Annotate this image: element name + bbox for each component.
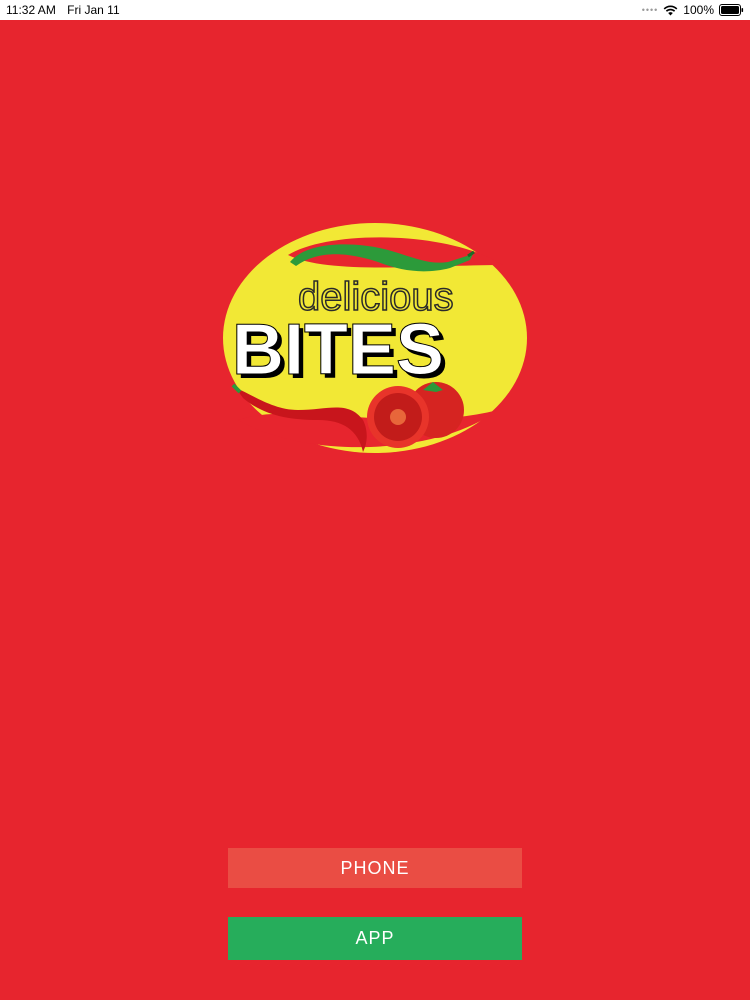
status-left: 11:32 AM Fri Jan 11: [6, 3, 120, 17]
phone-button-label: PHONE: [340, 857, 410, 878]
phone-button[interactable]: PHONE: [228, 848, 522, 888]
status-time: 11:32 AM: [6, 3, 56, 17]
logo-text-bites: BITES: [232, 310, 444, 390]
battery-icon: [719, 4, 744, 16]
signal-dots-icon: ••••: [641, 5, 659, 15]
app-button-label: APP: [355, 928, 395, 948]
wifi-icon: [663, 5, 678, 16]
battery-percent: 100%: [683, 3, 714, 17]
status-bar: 11:32 AM Fri Jan 11 •••• 100%: [0, 0, 750, 20]
status-right: •••• 100%: [642, 3, 744, 17]
delicious-bites-logo: delicious BITES BITES: [218, 220, 532, 456]
status-date: Fri Jan 11: [67, 3, 120, 17]
app-button[interactable]: APP: [228, 917, 522, 960]
